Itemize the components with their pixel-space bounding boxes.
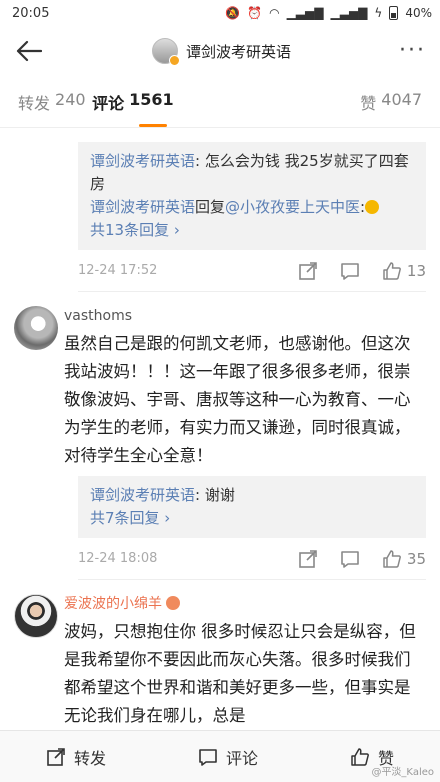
status-time: 20:05: [12, 5, 50, 21]
status-icons: 🔕 ⏰ ◠ ▁▃▅▇ ▁▃▅▇ ϟ 40%: [225, 6, 432, 20]
comment-text: 虽然自己是跟的何凯文老师，也感谢他。但这次我站波妈！！！这一年跟了很多很多老师，…: [64, 334, 411, 465]
more-replies-link[interactable]: 共13条回复 ›: [90, 219, 414, 242]
like-button[interactable]: 35: [382, 549, 426, 569]
reply-line: 谭剑波考研英语: 怎么会为钱 我25岁就买了四套房: [90, 150, 414, 196]
avatar: [152, 38, 180, 66]
like-count: 35: [406, 549, 426, 568]
tab-label: 赞: [360, 93, 377, 113]
comment-icon: [199, 748, 217, 766]
reply-mid-text: 回复: [195, 198, 226, 216]
avatar[interactable]: [14, 594, 58, 638]
back-arrow-icon: [16, 40, 42, 62]
bottom-comment-label: 评论: [225, 748, 258, 768]
battery-level: 40%: [405, 6, 432, 20]
hug-emoji-icon: [166, 596, 181, 610]
bottom-repost-label: 转发: [73, 748, 106, 768]
thumbs-up-icon: [351, 747, 369, 766]
repost-icon: [299, 261, 317, 280]
back-button[interactable]: [14, 36, 44, 66]
reply-box[interactable]: 谭剑波考研英语: 谢谢 共7条回复 ›: [78, 476, 426, 538]
reply-author-link[interactable]: 谭剑波考研英语: [90, 152, 195, 170]
nav-user[interactable]: 谭剑波考研英语: [152, 38, 292, 66]
reply-button[interactable]: [340, 549, 360, 569]
tab-count: 240: [55, 89, 86, 109]
charging-icon: ϟ: [374, 6, 383, 20]
tab-bar: 转发 240 评论 1561 赞 4047: [0, 76, 440, 128]
bottom-repost-button[interactable]: 转发: [46, 745, 106, 769]
active-tab-indicator: [139, 124, 167, 127]
alarm-icon: ⏰: [247, 6, 263, 20]
comment-username[interactable]: vasthoms: [64, 306, 426, 326]
comment-meta: 12-24 18:08 35: [78, 538, 426, 580]
comment-item: 谭剑波考研英语: 怎么会为钱 我25岁就买了四套房 谭剑波考研英语回复@小孜孜要…: [0, 128, 440, 292]
reply-author-link[interactable]: 谭剑波考研英语: [90, 486, 195, 504]
comment-item: vasthoms 虽然自己是跟的何凯文老师，也感谢他。但这次我站波妈！！！这一年…: [0, 292, 440, 580]
comment-header: vasthoms 虽然自己是跟的何凯文老师，也感谢他。但这次我站波妈！！！这一年…: [14, 292, 440, 470]
username-text: 爱波波的小绵羊: [64, 596, 162, 612]
comment-actions: 13: [298, 261, 426, 281]
wifi-icon: ◠: [269, 6, 280, 20]
bottom-action-bar: 转发 评论 赞 @平淡_Kaleo: [0, 730, 440, 782]
thumbs-up-icon: [383, 261, 401, 280]
comment-body: vasthoms 虽然自己是跟的何凯文老师，也感谢他。但这次我站波妈！！！这一年…: [64, 306, 440, 470]
reply-author-link[interactable]: 谭剑波考研英语: [90, 198, 195, 216]
tab-label: 评论: [92, 93, 125, 113]
comment-icon: [341, 262, 359, 280]
like-button[interactable]: 13: [382, 261, 426, 281]
repost-button[interactable]: [298, 261, 318, 281]
more-replies-link[interactable]: 共7条回复 ›: [90, 507, 414, 530]
comment-actions: 35: [298, 549, 426, 569]
comment-icon: [341, 550, 359, 568]
reply-button[interactable]: [340, 261, 360, 281]
tab-label: 转发: [18, 93, 51, 113]
verified-badge-icon: [169, 55, 180, 66]
reply-box[interactable]: 谭剑波考研英语: 怎么会为钱 我25岁就买了四套房 谭剑波考研英语回复@小孜孜要…: [78, 142, 426, 250]
signal-icon: ▁▃▅▇: [286, 6, 324, 20]
mute-icon: 🔕: [225, 6, 241, 20]
tab-count: 1561: [129, 89, 174, 109]
signal-icon-2: ▁▃▅▇: [330, 6, 368, 20]
reply-text: : 谢谢: [195, 486, 235, 504]
repost-button[interactable]: [298, 549, 318, 569]
comment-time: 12-24 17:52: [78, 263, 158, 278]
bottom-comment-button[interactable]: 评论: [198, 745, 258, 769]
tab-comments[interactable]: 评论 1561: [92, 90, 174, 114]
more-options-icon[interactable]: ···: [399, 40, 426, 62]
thumbs-up-icon: [383, 549, 401, 568]
like-count: 13: [406, 261, 426, 280]
tab-count: 4047: [381, 89, 422, 109]
repost-icon: [299, 549, 317, 568]
avatar[interactable]: [14, 306, 58, 350]
tab-repost[interactable]: 转发 240: [18, 90, 86, 114]
reply-line: 谭剑波考研英语: 谢谢: [90, 484, 414, 507]
laughing-emoji-icon: [365, 200, 380, 214]
battery-icon: [389, 6, 399, 20]
comment-username[interactable]: 爱波波的小绵羊: [64, 594, 426, 614]
watermark: @平淡_Kaleo: [371, 767, 434, 778]
tab-likes[interactable]: 赞 4047: [360, 90, 422, 114]
comment-meta: 12-24 17:52 13: [78, 250, 426, 292]
status-bar: 20:05 🔕 ⏰ ◠ ▁▃▅▇ ▁▃▅▇ ϟ 40%: [0, 0, 440, 26]
page-title: 谭剑波考研英语: [186, 42, 292, 61]
comment-time: 12-24 18:08: [78, 551, 158, 566]
reply-line: 谭剑波考研英语回复@小孜孜要上天中医:: [90, 196, 414, 219]
repost-icon: [47, 747, 65, 766]
mention-link[interactable]: @小孜孜要上天中医: [225, 198, 360, 216]
nav-bar: 谭剑波考研英语 ···: [0, 26, 440, 76]
